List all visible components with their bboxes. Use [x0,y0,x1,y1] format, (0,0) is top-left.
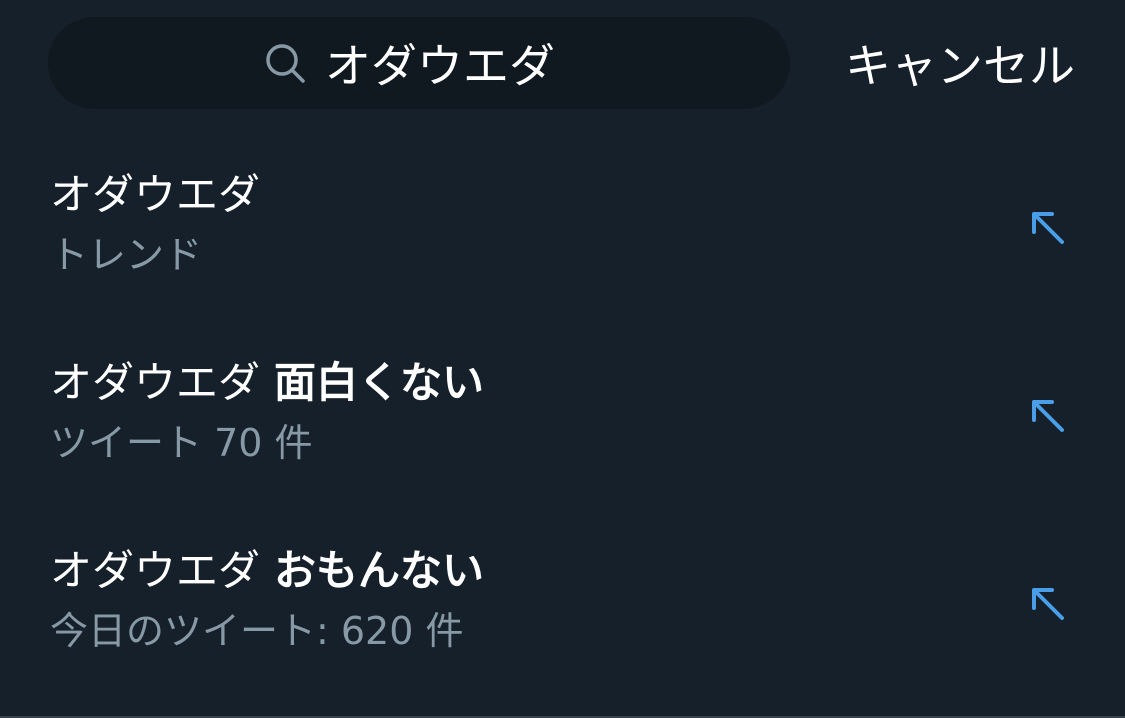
search-icon [266,44,305,83]
arrow-up-left-icon[interactable] [1028,208,1068,248]
search-suggestion-item[interactable]: オダウエダ 面白くない ツイート 70 件 [0,358,1125,528]
search-suggestion-item[interactable]: オダウエダ トレンド [0,170,1125,340]
search-input[interactable] [325,36,575,90]
suggestion-extra-text: 面白くない [274,358,485,407]
arrow-up-left-icon[interactable] [1028,396,1068,436]
suggestion-subtitle: トレンド [50,233,203,277]
suggestion-title: オダウエダ [50,170,260,220]
suggestion-query-text: オダウエダ [50,170,261,219]
suggestion-title: オダウエダ 面白くない [50,358,484,408]
suggestion-extra-text: おもんない [274,546,485,595]
suggestion-subtitle: ツイート 70 件 [50,421,313,465]
search-bar-content [263,36,575,90]
search-bar[interactable] [48,17,790,109]
suggestion-query-text: オダウエダ [50,358,261,407]
arrow-up-left-icon[interactable] [1028,584,1068,624]
search-suggestion-item[interactable]: オダウエダ おもんない 今日のツイート: 620 件 [0,546,1125,716]
cancel-button[interactable]: キャンセル [845,38,1075,94]
suggestion-query-text: オダウエダ [50,546,261,595]
suggestion-subtitle: 今日のツイート: 620 件 [50,609,464,653]
suggestion-title: オダウエダ おもんない [50,546,484,596]
